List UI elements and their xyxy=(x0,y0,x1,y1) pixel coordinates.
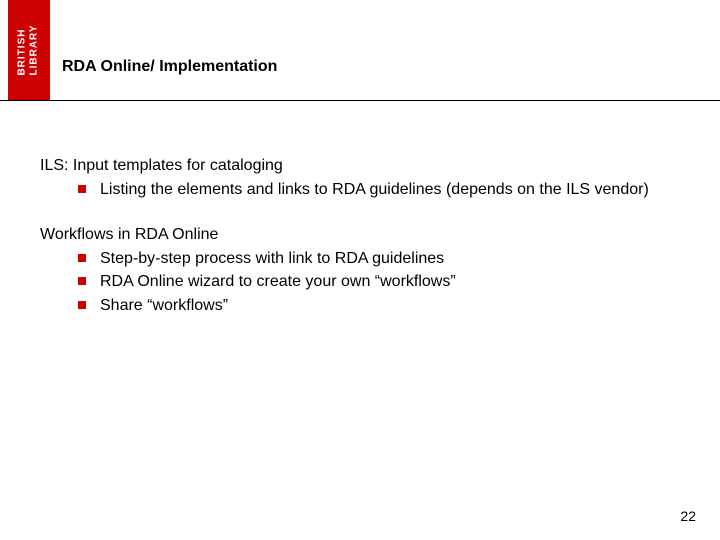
list-item: Share “workflows” xyxy=(78,295,680,317)
page-number: 22 xyxy=(680,508,696,524)
logo-line2: LIBRARY xyxy=(29,24,40,75)
bullet-text: RDA Online wizard to create your own “wo… xyxy=(100,271,680,293)
slide-body: ILS: Input templates for cataloging List… xyxy=(40,155,680,341)
bullet-icon xyxy=(78,185,86,193)
list-item: Step-by-step process with link to RDA gu… xyxy=(78,248,680,270)
slide-title: RDA Online/ Implementation xyxy=(62,58,277,76)
section-heading: ILS: Input templates for cataloging xyxy=(40,155,680,177)
section-heading: Workflows in RDA Online xyxy=(40,224,680,246)
bullet-text: Listing the elements and links to RDA gu… xyxy=(100,179,680,201)
section-workflows: Workflows in RDA Online Step-by-step pro… xyxy=(40,224,680,316)
header-rule xyxy=(0,100,720,101)
bullet-text: Step-by-step process with link to RDA gu… xyxy=(100,248,680,270)
bullet-text: Share “workflows” xyxy=(100,295,680,317)
logo-line1: BRITISH xyxy=(17,29,28,76)
logo: BRITISH LIBRARY xyxy=(8,0,50,100)
bullet-icon xyxy=(78,277,86,285)
bullet-icon xyxy=(78,301,86,309)
section-ils: ILS: Input templates for cataloging List… xyxy=(40,155,680,200)
logo-text: BRITISH LIBRARY xyxy=(17,24,41,75)
list-item: Listing the elements and links to RDA gu… xyxy=(78,179,680,201)
bullet-icon xyxy=(78,254,86,262)
list-item: RDA Online wizard to create your own “wo… xyxy=(78,271,680,293)
